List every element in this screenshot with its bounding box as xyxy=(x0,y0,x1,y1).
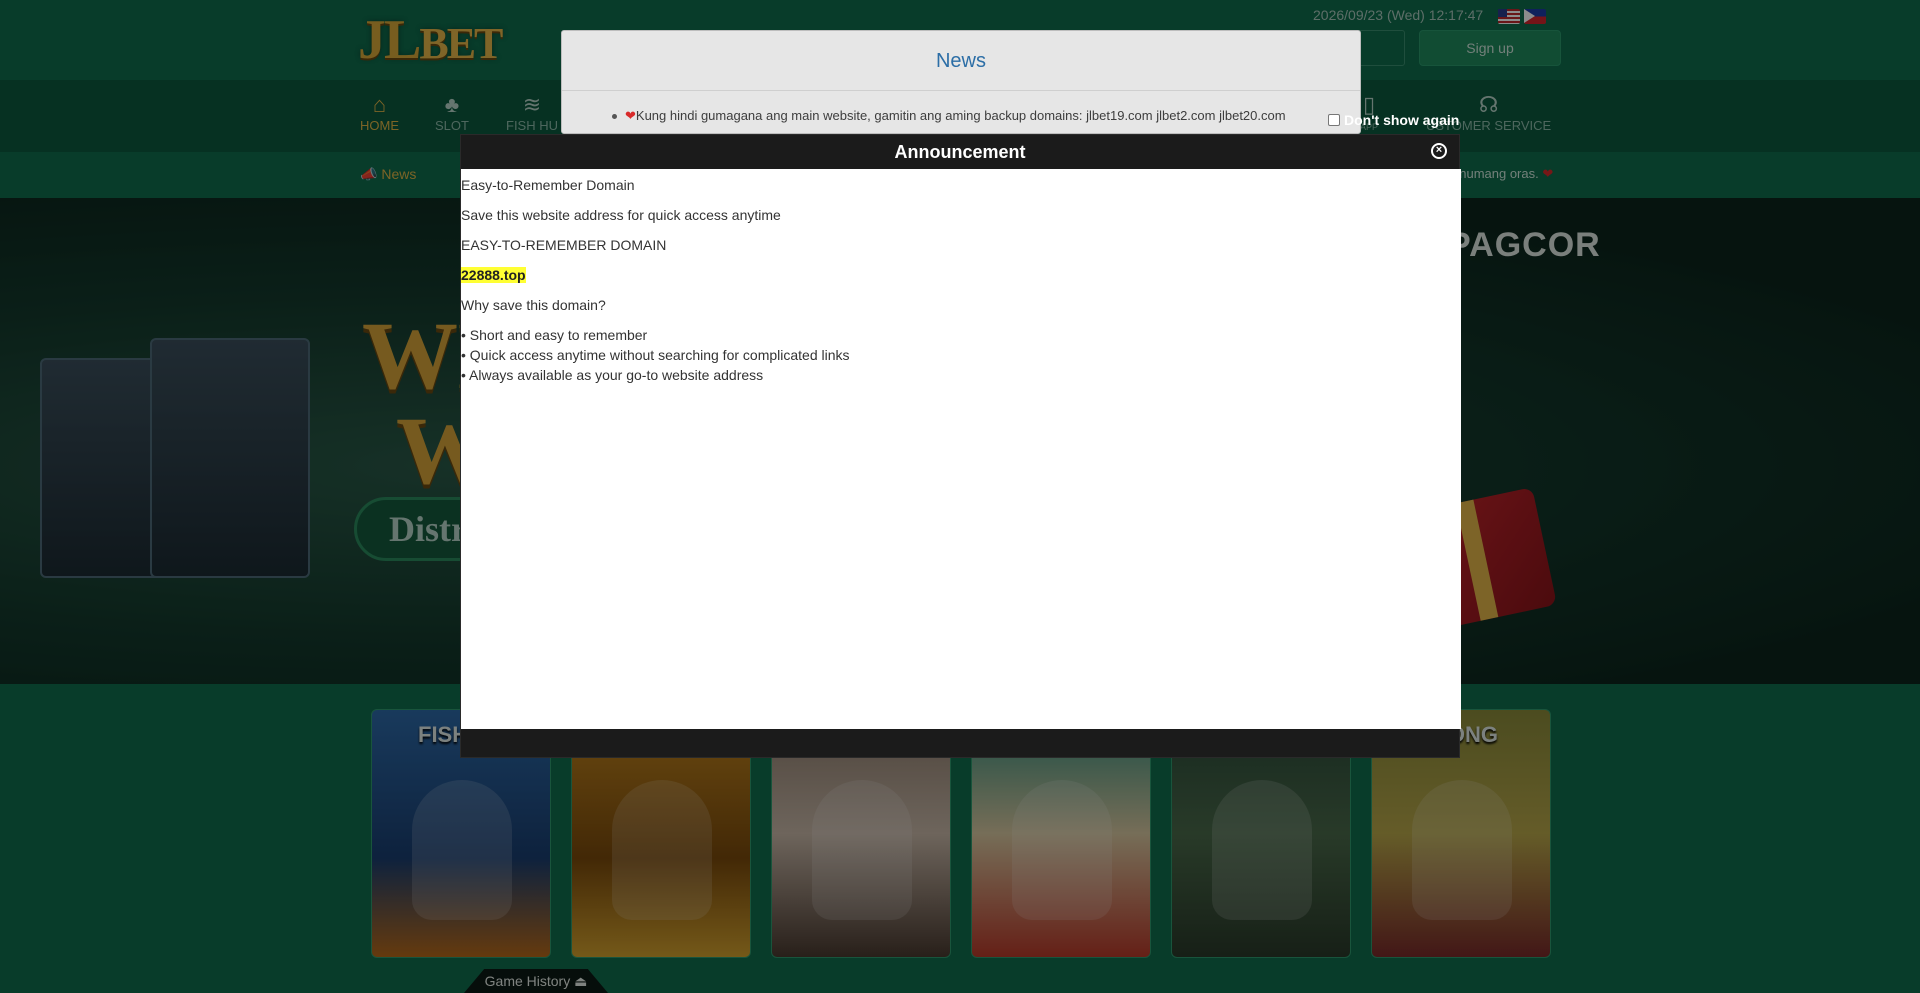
announcement-bullet: • Quick access anytime without searching… xyxy=(461,347,850,363)
announcement-body: Easy-to-Remember Domain Save this websit… xyxy=(461,169,1461,729)
checkbox-box[interactable] xyxy=(1328,114,1340,126)
close-icon[interactable]: × xyxy=(1431,143,1447,159)
news-modal: News ❤Kung hindi gumagana ang main websi… xyxy=(561,30,1361,134)
domain-highlight: 22888.top xyxy=(461,267,526,283)
announcement-bullet: • Short and easy to remember xyxy=(461,327,648,343)
news-modal-title: News xyxy=(562,31,1360,91)
announcement-bullet: • Always available as your go-to website… xyxy=(461,367,764,383)
announcement-section-title: EASY-TO-REMEMBER DOMAIN xyxy=(461,237,667,253)
announcement-heading: Easy-to-Remember Domain xyxy=(461,177,635,193)
heart-icon: ❤ xyxy=(625,108,636,123)
announcement-subheading: Save this website address for quick acce… xyxy=(461,207,781,223)
news-item-text: Kung hindi gumagana ang main website, ga… xyxy=(635,108,1286,123)
dont-show-again-checkbox[interactable]: Don't show again xyxy=(1328,112,1459,128)
announcement-question: Why save this domain? xyxy=(461,297,606,313)
announcement-modal: Announcement × Easy-to-Remember Domain S… xyxy=(460,134,1461,758)
bullet-icon xyxy=(612,114,617,120)
dont-show-again-label: Don't show again xyxy=(1344,112,1460,128)
news-modal-item[interactable]: ❤Kung hindi gumagana ang main website, g… xyxy=(612,108,1286,124)
announcement-title: Announcement xyxy=(894,142,1026,162)
announcement-domain[interactable]: 22888.top xyxy=(461,267,526,283)
